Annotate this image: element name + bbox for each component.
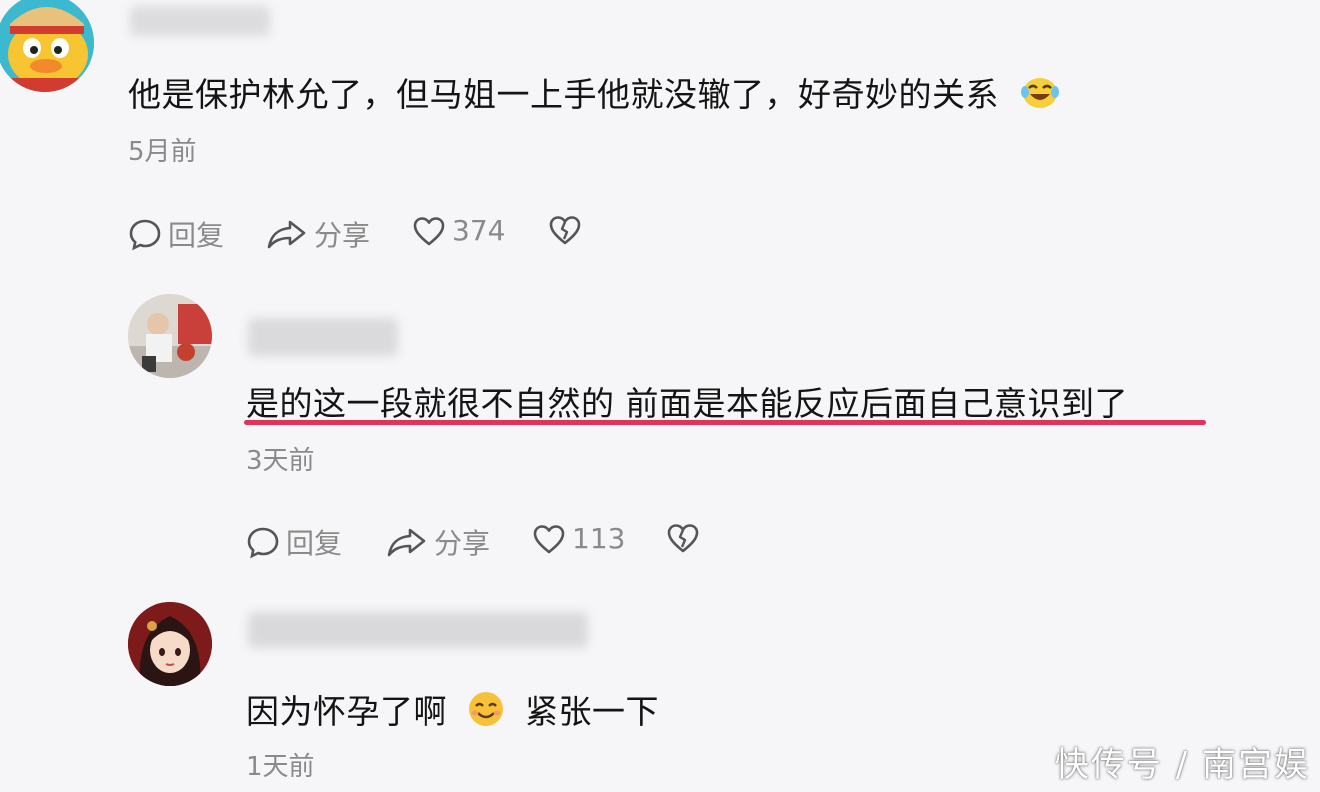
share-arrow-icon [387, 528, 426, 557]
user-avatar-duck[interactable] [0, 0, 94, 92]
like-button[interactable]: 113 [532, 522, 625, 555]
laughing-tears-emoji-icon [1020, 74, 1060, 119]
heart-icon [413, 216, 445, 245]
smiling-face-emoji-icon [466, 690, 506, 737]
highlight-underline [244, 420, 1206, 425]
comment-text: 因为怀孕了啊 紧张一下 [246, 690, 659, 737]
reply-label: 回复 [168, 219, 225, 252]
reply-button[interactable]: 回复 [246, 522, 342, 562]
comment-bubble-icon [129, 219, 161, 251]
dislike-button[interactable] [666, 522, 700, 554]
like-count: 374 [452, 214, 506, 247]
comment-time: 3天前 [246, 446, 315, 476]
source-watermark: 快传号 / 南宫娱 [1054, 745, 1310, 785]
dislike-button[interactable] [548, 214, 582, 246]
comment-body: 是的这一段就很不自然的 前面是本能反应后面自己意识到了 [246, 384, 1128, 423]
share-button[interactable]: 分享 [266, 214, 370, 254]
comment-body: 他是保护林允了，但马姐一上手他就没辙了，好奇妙的关系 [128, 75, 999, 114]
comment-time: 5月前 [128, 137, 197, 167]
user-avatar-anime-girl[interactable] [128, 602, 212, 686]
username-blurred[interactable] [130, 6, 270, 36]
username-blurred[interactable] [248, 612, 588, 648]
like-count: 113 [572, 522, 626, 555]
username-blurred[interactable] [248, 318, 398, 356]
share-arrow-icon [267, 220, 306, 249]
share-label: 分享 [314, 219, 371, 252]
share-button[interactable]: 分享 [386, 522, 490, 562]
user-avatar-photo[interactable] [128, 294, 212, 378]
reply-button[interactable]: 回复 [128, 214, 224, 254]
like-button[interactable]: 374 [412, 214, 505, 247]
share-label: 分享 [434, 527, 491, 560]
comment-text: 他是保护林允了，但马姐一上手他就没辙了，好奇妙的关系 [128, 74, 1060, 119]
broken-heart-icon [549, 216, 581, 245]
broken-heart-icon [667, 524, 699, 553]
comment-time: 1天前 [246, 752, 315, 782]
comment-body-part-1: 因为怀孕了啊 [246, 692, 447, 731]
heart-icon [533, 524, 565, 553]
reply-label: 回复 [286, 527, 343, 560]
comment-bubble-icon [247, 527, 279, 559]
comment-body-part-2: 紧张一下 [525, 692, 659, 731]
